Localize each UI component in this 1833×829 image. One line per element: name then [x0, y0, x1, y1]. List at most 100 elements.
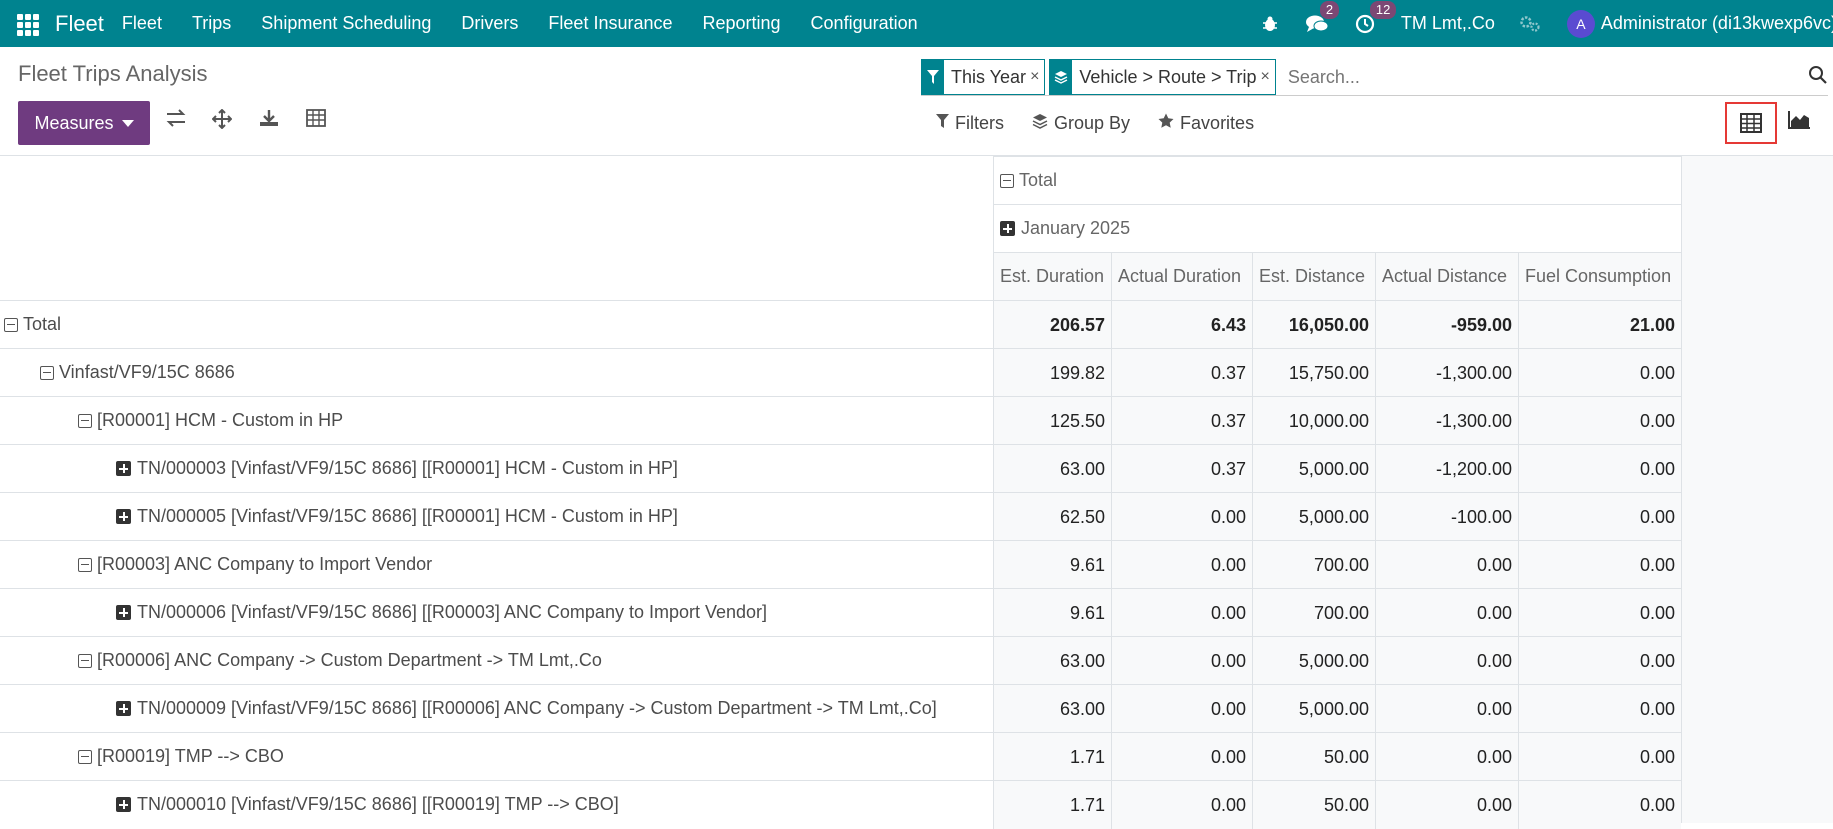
pivot-cell[interactable]: -1,300.00 [1375, 349, 1518, 397]
user-menu[interactable]: Administrator (di13kwexp6vc) [1601, 13, 1833, 34]
search-icon[interactable] [1808, 65, 1828, 90]
pivot-cell[interactable]: 15,750.00 [1252, 349, 1375, 397]
pivot-cell[interactable]: 16,050.00 [1252, 301, 1375, 349]
row-header[interactable]: Total [0, 301, 61, 349]
settings-gears-icon[interactable] [1519, 15, 1541, 33]
pivot-cell[interactable]: 5,000.00 [1252, 445, 1375, 493]
pivot-cell[interactable]: 199.82 [993, 349, 1111, 397]
pivot-cell[interactable]: -1,300.00 [1375, 397, 1518, 445]
pivot-view-button[interactable] [1725, 102, 1777, 144]
remove-groupby-icon[interactable]: × [1261, 68, 1275, 86]
pivot-cell[interactable]: 63.00 [993, 685, 1111, 733]
row-header[interactable]: Vinfast/VF9/15C 8686 [0, 349, 235, 397]
pivot-cell[interactable]: 50.00 [1252, 781, 1375, 829]
pivot-cell[interactable]: 0.00 [1375, 733, 1518, 781]
pivot-cell[interactable]: 9.61 [993, 589, 1111, 637]
pivot-cell[interactable]: 0.00 [1375, 589, 1518, 637]
pivot-cell[interactable]: 0.00 [1518, 541, 1681, 589]
pivot-cell[interactable]: 0.00 [1111, 541, 1252, 589]
download-icon[interactable] [259, 109, 279, 133]
remove-filter-icon[interactable]: × [1030, 68, 1044, 86]
messages-icon[interactable]: 2 [1305, 0, 1340, 34]
row-header[interactable]: [R00003] ANC Company to Import Vendor [0, 541, 432, 589]
pivot-cell[interactable]: 0.00 [1111, 781, 1252, 829]
pivot-cell[interactable]: 0.00 [1375, 685, 1518, 733]
measure-header[interactable]: Actual Distance [1375, 252, 1518, 300]
activity-clock-icon[interactable]: 12 [1355, 0, 1397, 34]
pivot-cell[interactable]: 1.71 [993, 781, 1111, 829]
col-header-january-2025[interactable]: January 2025 [993, 204, 1681, 252]
pivot-cell[interactable]: 700.00 [1252, 541, 1375, 589]
pivot-cell[interactable]: 9.61 [993, 541, 1111, 589]
pivot-cell[interactable]: -100.00 [1375, 493, 1518, 541]
row-header[interactable]: [R00019] TMP --> CBO [0, 733, 284, 781]
user-avatar[interactable]: A [1566, 9, 1595, 38]
row-header[interactable]: TN/000010 [Vinfast/VF9/15C 8686] [[R0001… [0, 781, 619, 829]
pivot-cell[interactable]: 0.00 [1375, 637, 1518, 685]
pivot-cell[interactable]: 0.00 [1518, 349, 1681, 397]
row-header[interactable]: TN/000006 [Vinfast/VF9/15C 8686] [[R0000… [0, 589, 767, 637]
measure-header[interactable]: Fuel Consumption [1518, 252, 1681, 300]
menu-shipment-scheduling[interactable]: Shipment Scheduling [261, 13, 431, 34]
col-header-total[interactable]: Total [993, 156, 1681, 204]
pivot-cell[interactable]: 125.50 [993, 397, 1111, 445]
pivot-cell[interactable]: 63.00 [993, 445, 1111, 493]
menu-trips[interactable]: Trips [192, 13, 231, 34]
measures-button[interactable]: Measures [18, 101, 150, 145]
pivot-cell[interactable]: 700.00 [1252, 589, 1375, 637]
row-header[interactable]: TN/000003 [Vinfast/VF9/15C 8686] [[R0000… [0, 445, 678, 493]
pivot-cell[interactable]: 0.00 [1111, 637, 1252, 685]
pivot-cell[interactable]: 0.00 [1518, 397, 1681, 445]
pivot-cell[interactable]: 62.50 [993, 493, 1111, 541]
menu-reporting[interactable]: Reporting [703, 13, 781, 34]
menu-fleet[interactable]: Fleet [122, 13, 162, 34]
row-header[interactable]: [R00006] ANC Company -> Custom Departmen… [0, 637, 602, 685]
search-input[interactable] [1287, 66, 1828, 88]
pivot-cell[interactable]: 0.37 [1111, 349, 1252, 397]
pivot-cell[interactable]: 206.57 [993, 301, 1111, 349]
measure-header[interactable]: Actual Duration [1111, 252, 1252, 300]
app-menu-icon[interactable] [17, 13, 41, 36]
pivot-cell[interactable]: 0.00 [1518, 493, 1681, 541]
flip-axis-icon[interactable] [165, 109, 187, 133]
menu-configuration[interactable]: Configuration [811, 13, 918, 34]
measure-header[interactable]: Est. Duration [993, 252, 1111, 300]
groupby-dropdown[interactable]: Group By [1032, 113, 1130, 134]
pivot-cell[interactable]: 0.00 [1518, 733, 1681, 781]
pivot-cell[interactable]: 21.00 [1518, 301, 1681, 349]
pivot-cell[interactable]: 0.00 [1111, 685, 1252, 733]
pivot-cell[interactable]: 0.00 [1518, 685, 1681, 733]
pivot-cell[interactable]: 5,000.00 [1252, 637, 1375, 685]
pivot-cell[interactable]: 10,000.00 [1252, 397, 1375, 445]
pivot-cell[interactable]: 50.00 [1252, 733, 1375, 781]
pivot-cell[interactable]: 6.43 [1111, 301, 1252, 349]
pivot-cell[interactable]: 0.00 [1518, 637, 1681, 685]
row-header[interactable]: TN/000005 [Vinfast/VF9/15C 8686] [[R0000… [0, 493, 678, 541]
expand-all-icon[interactable] [211, 108, 233, 135]
pivot-cell[interactable]: 0.00 [1111, 589, 1252, 637]
pivot-cell[interactable]: 0.37 [1111, 445, 1252, 493]
filters-dropdown[interactable]: Filters [936, 113, 1004, 134]
pivot-cell[interactable]: -1,200.00 [1375, 445, 1518, 493]
menu-fleet-insurance[interactable]: Fleet Insurance [548, 13, 672, 34]
pivot-cell[interactable]: 5,000.00 [1252, 493, 1375, 541]
bug-icon[interactable] [1261, 15, 1279, 33]
pivot-cell[interactable]: 0.00 [1518, 445, 1681, 493]
row-header[interactable]: TN/000009 [Vinfast/VF9/15C 8686] [[R0000… [0, 685, 937, 733]
graph-view-button[interactable] [1787, 110, 1811, 135]
pivot-cell[interactable]: 0.00 [1111, 493, 1252, 541]
pivot-cell[interactable]: 0.00 [1111, 733, 1252, 781]
filter-facet[interactable]: This Year × [921, 59, 1046, 95]
pivot-cell[interactable]: -959.00 [1375, 301, 1518, 349]
pivot-cell[interactable]: 63.00 [993, 637, 1111, 685]
groupby-facet[interactable]: Vehicle > Route > Trip × [1049, 59, 1276, 95]
pivot-cell[interactable]: 0.00 [1375, 781, 1518, 829]
pivot-cell[interactable]: 0.37 [1111, 397, 1252, 445]
menu-drivers[interactable]: Drivers [461, 13, 518, 34]
favorites-dropdown[interactable]: Favorites [1158, 113, 1254, 134]
table-icon[interactable] [306, 109, 326, 133]
pivot-cell[interactable]: 0.00 [1518, 589, 1681, 637]
pivot-cell[interactable]: 1.71 [993, 733, 1111, 781]
row-header[interactable]: [R00001] HCM - Custom in HP [0, 397, 343, 445]
pivot-cell[interactable]: 0.00 [1375, 541, 1518, 589]
